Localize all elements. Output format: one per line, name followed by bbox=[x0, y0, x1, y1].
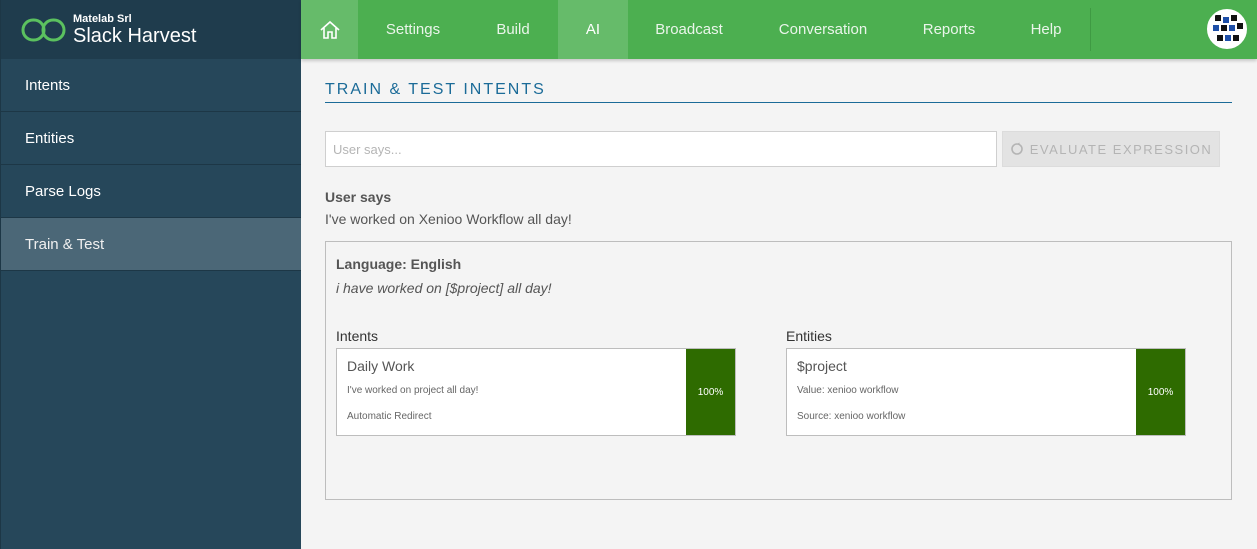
refresh-icon bbox=[1010, 142, 1023, 155]
intent-title: Daily Work bbox=[347, 358, 415, 374]
entity-source: Source: xenioo workflow bbox=[797, 411, 906, 422]
sidebar-item-train-test[interactable]: Train & Test bbox=[1, 218, 301, 271]
main-content: TRAIN & TEST INTENTS EVALUATE EXPRESSION… bbox=[325, 59, 1232, 500]
user-says-text: I've worked on Xenioo Workflow all day! bbox=[325, 211, 572, 227]
nav-settings[interactable]: Settings bbox=[358, 0, 468, 59]
sidebar-item-parse-logs[interactable]: Parse Logs bbox=[1, 165, 301, 218]
intent-score-badge: 100% bbox=[686, 349, 735, 435]
user-says-label: User says bbox=[325, 189, 392, 205]
intent-card[interactable]: Daily Work I've worked on project all da… bbox=[336, 348, 736, 436]
nav-conversation[interactable]: Conversation bbox=[750, 0, 896, 59]
nav-build[interactable]: Build bbox=[468, 0, 558, 59]
entity-score-badge: 100% bbox=[1136, 349, 1185, 435]
sidebar-item-intents[interactable]: Intents bbox=[1, 59, 301, 112]
nav-divider bbox=[1090, 8, 1091, 51]
brand[interactable]: Matelab Srl Slack Harvest bbox=[1, 0, 301, 59]
sidebar-item-entities[interactable]: Entities bbox=[1, 112, 301, 165]
intents-label: Intents bbox=[336, 328, 379, 344]
language-label: Language: English bbox=[336, 256, 462, 272]
entity-title: $project bbox=[797, 358, 847, 374]
user-says-input[interactable] bbox=[325, 131, 997, 167]
top-navigation: Settings Build AI Broadcast Conversation… bbox=[301, 0, 1257, 59]
entity-card[interactable]: $project Value: xenioo workflow Source: … bbox=[786, 348, 1186, 436]
avatar-icon bbox=[1209, 11, 1245, 47]
intent-action: Automatic Redirect bbox=[347, 411, 432, 422]
nav-help[interactable]: Help bbox=[1002, 0, 1090, 59]
nav-home-button[interactable] bbox=[301, 0, 358, 59]
intent-example: I've worked on project all day! bbox=[347, 385, 479, 396]
home-icon bbox=[319, 20, 340, 39]
parsed-expression: i have worked on [$project] all day! bbox=[336, 280, 552, 296]
avatar[interactable] bbox=[1207, 9, 1247, 49]
brand-company: Matelab Srl bbox=[73, 12, 132, 25]
entities-label: Entities bbox=[786, 328, 832, 344]
brand-name: Slack Harvest bbox=[73, 24, 197, 47]
page-title: TRAIN & TEST INTENTS bbox=[325, 81, 1232, 103]
nav-broadcast[interactable]: Broadcast bbox=[628, 0, 750, 59]
brand-logo-icon bbox=[21, 18, 66, 41]
evaluate-expression-button[interactable]: EVALUATE EXPRESSION bbox=[1002, 131, 1220, 167]
sidebar: Matelab Srl Slack Harvest Intents Entiti… bbox=[0, 0, 301, 549]
evaluation-result-panel: Language: English i have worked on [$pro… bbox=[325, 241, 1232, 500]
nav-reports[interactable]: Reports bbox=[896, 0, 1002, 59]
nav-ai[interactable]: AI bbox=[558, 0, 628, 59]
evaluate-expression-label: EVALUATE EXPRESSION bbox=[1029, 141, 1213, 157]
expression-row: EVALUATE EXPRESSION bbox=[325, 131, 1232, 167]
entity-value: Value: xenioo workflow bbox=[797, 385, 899, 396]
